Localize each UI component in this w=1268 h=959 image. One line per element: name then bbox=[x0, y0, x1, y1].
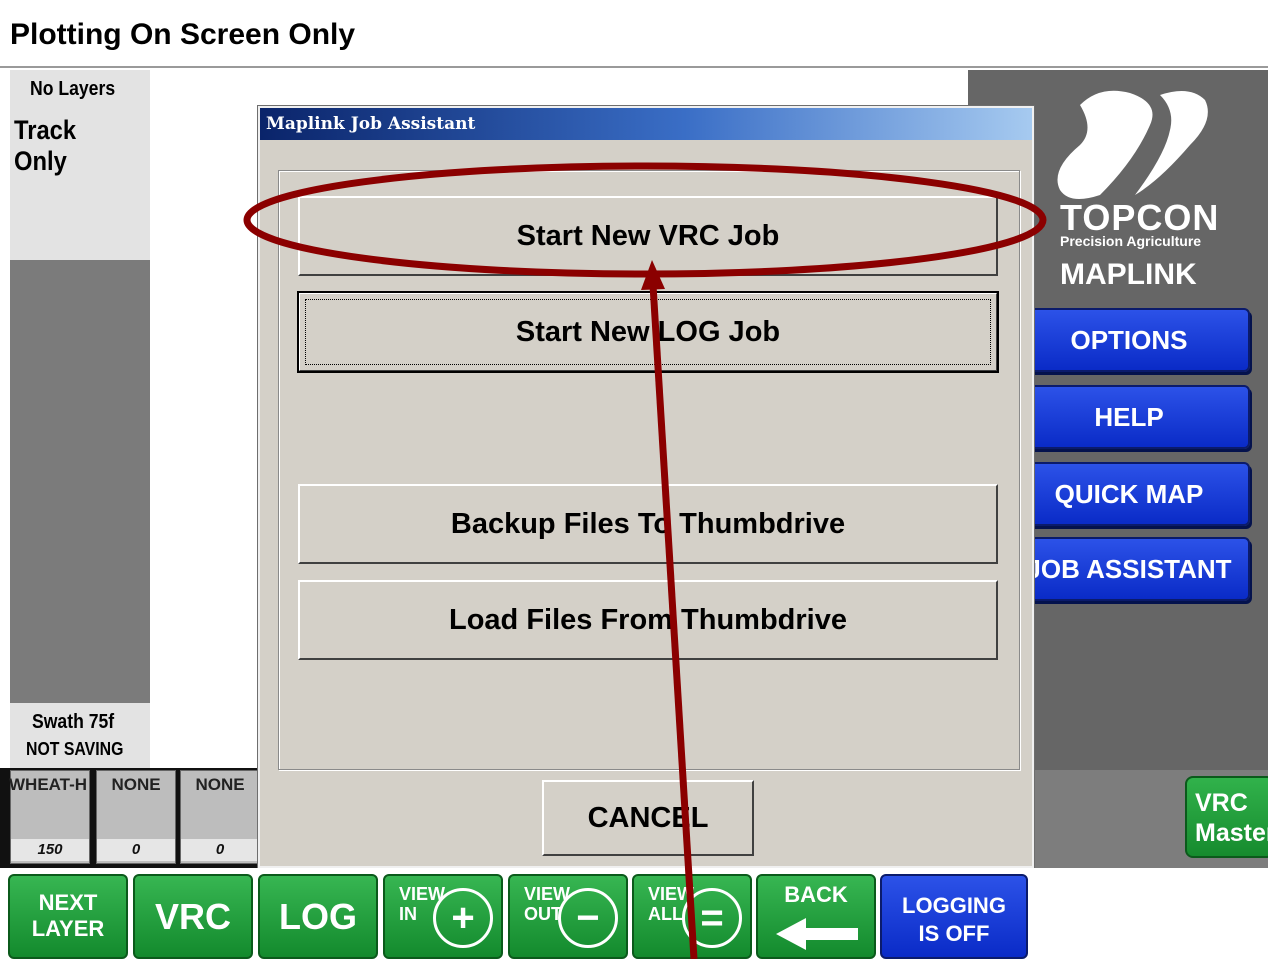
logo-subtitle: Precision Agriculture bbox=[1060, 233, 1202, 249]
layer-box[interactable]: NONE 0 bbox=[180, 770, 260, 864]
product-name: MAPLINK bbox=[1060, 258, 1197, 291]
layer-rate: 150 bbox=[11, 839, 89, 861]
start-log-job-button[interactable]: Start New LOG Job bbox=[297, 291, 999, 373]
vrc-button[interactable]: VRC bbox=[133, 874, 253, 959]
start-vrc-job-button[interactable]: Start New VRC Job bbox=[298, 196, 998, 276]
view-in-button[interactable]: VIEW IN + bbox=[383, 874, 503, 959]
quick-map-button[interactable]: QUICK MAP bbox=[1008, 462, 1250, 526]
view-out-button[interactable]: VIEW OUT − bbox=[508, 874, 628, 959]
layer-box[interactable]: NONE 0 bbox=[96, 770, 176, 864]
layer-box[interactable]: WHEAT-HR 150 bbox=[9, 770, 90, 864]
layer-rate: 0 bbox=[97, 839, 175, 861]
view-out-line2: OUT bbox=[524, 904, 562, 924]
topcon-logo-icon bbox=[1057, 90, 1208, 199]
swath-label: Swath 75f bbox=[32, 711, 115, 733]
view-all-line2: ALL bbox=[648, 904, 683, 924]
view-all-button[interactable]: VIEW ALL = bbox=[632, 874, 752, 959]
next-layer-line1: NEXT bbox=[38, 890, 98, 915]
next-layer-line2: LAYER bbox=[31, 916, 105, 941]
vrc-master-button[interactable]: VRC Master bbox=[1185, 776, 1268, 858]
layer-name: WHEAT-HR bbox=[9, 775, 87, 794]
zoom-in-icon: + bbox=[433, 888, 493, 948]
status-title: Plotting On Screen Only bbox=[10, 18, 356, 51]
view-in-line2: IN bbox=[399, 904, 417, 924]
swath-panel: Swath 75f NOT SAVING bbox=[10, 703, 150, 768]
layer-name: NONE bbox=[111, 775, 161, 794]
logging-line2: IS OFF bbox=[918, 921, 990, 946]
title-bar: Plotting On Screen Only bbox=[0, 0, 1268, 68]
cancel-button[interactable]: CANCEL bbox=[542, 780, 754, 856]
next-layer-button[interactable]: NEXT LAYER bbox=[8, 874, 128, 959]
vrc-master-line1: VRC bbox=[1195, 789, 1248, 817]
job-assistant-button[interactable]: JOB ASSISTANT bbox=[1008, 537, 1250, 601]
layer-name: NONE bbox=[195, 775, 245, 794]
vrc-master-line2: Master bbox=[1195, 819, 1268, 847]
mode-label: Track Only bbox=[14, 115, 77, 176]
layer-info-panel: No Layers Track Only bbox=[10, 70, 150, 260]
load-files-button[interactable]: Load Files From Thumbdrive bbox=[298, 580, 998, 660]
backup-files-button[interactable]: Backup Files To Thumbdrive bbox=[298, 484, 998, 564]
saving-status: NOT SAVING bbox=[26, 739, 124, 759]
job-assistant-dialog: Maplink Job Assistant Start New VRC Job … bbox=[257, 105, 1035, 869]
vrc-label: VRC bbox=[154, 896, 231, 937]
log-label: LOG bbox=[279, 896, 357, 937]
log-button[interactable]: LOG bbox=[258, 874, 378, 959]
back-label: BACK bbox=[784, 882, 848, 907]
back-arrow-icon bbox=[776, 918, 858, 950]
help-button[interactable]: HELP bbox=[1008, 385, 1250, 449]
logging-toggle-button[interactable]: LOGGING IS OFF bbox=[880, 874, 1028, 959]
dialog-title: Maplink Job Assistant bbox=[260, 108, 1032, 140]
logging-line1: LOGGING bbox=[902, 893, 1006, 918]
view-all-icon: = bbox=[682, 888, 742, 948]
options-button[interactable]: OPTIONS bbox=[1008, 308, 1250, 372]
legend-area bbox=[10, 260, 150, 703]
back-button[interactable]: BACK bbox=[756, 874, 876, 959]
layers-label: No Layers bbox=[30, 78, 116, 100]
zoom-out-icon: − bbox=[558, 888, 618, 948]
layer-rate: 0 bbox=[181, 839, 259, 861]
